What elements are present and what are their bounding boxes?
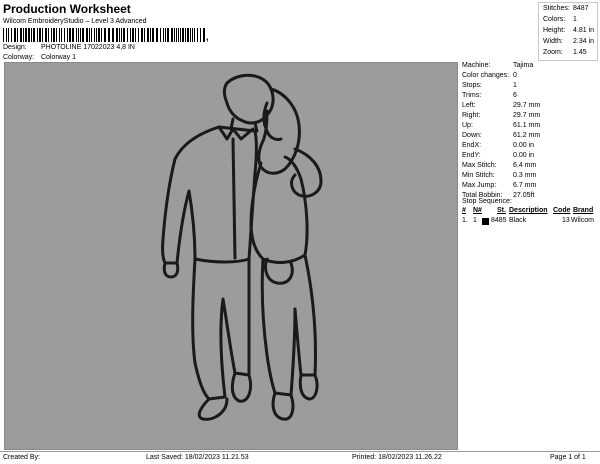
man-placket: [231, 137, 237, 260]
col-num: #: [462, 207, 466, 214]
info-row-machine: Machine: Tajima: [462, 62, 534, 69]
design-label: Design:: [3, 44, 27, 51]
page-title: Production Worksheet: [3, 2, 131, 16]
page-footer: Created By: Last Saved: 18/02/2023 11.21…: [0, 451, 600, 464]
woman-shoe-left: [271, 391, 295, 421]
col-code: Code: [553, 207, 571, 214]
design-row: Design: PHOTOLINE 17022023 4,8 IN: [3, 44, 135, 51]
summary-row: Colors: 1: [543, 16, 577, 23]
info-row-max-stitch: Max Stitch: 6.4 mm: [462, 162, 537, 169]
col-description: Description: [509, 207, 548, 214]
info-row-down: Down: 61.2 mm: [462, 132, 541, 139]
software-subtitle: Wilcom EmbroideryStudio – Level 3 Advanc…: [3, 18, 147, 25]
colorway-row: Colorway: Colorway 1: [3, 54, 76, 61]
info-row-max-jump: Max Jump: 6.7 mm: [462, 182, 537, 189]
colorway-label: Colorway:: [3, 54, 35, 61]
design-value: PHOTOLINE 17022023 4,8 IN: [40, 44, 135, 51]
col-stitches: St.: [497, 207, 506, 214]
summary-row: Height: 4.81 in: [543, 27, 595, 34]
info-row-color-changes: Color changes: 0: [462, 72, 517, 79]
woman-arm: [290, 147, 323, 198]
stop-sequence-title: Stop Sequence:: [462, 198, 512, 205]
summary-row: Stitches: 8487: [543, 5, 589, 12]
info-row-stops: Stops: 1: [462, 82, 517, 89]
barcode-suffix: ,: [206, 32, 209, 42]
color-swatch: [482, 218, 489, 225]
summary-row: Zoom: 1.45: [543, 49, 587, 56]
row-needle: 1: [473, 217, 477, 224]
last-saved: Last Saved: 18/02/2023 11.21.53: [146, 454, 249, 461]
created-by: Created By:: [3, 454, 40, 461]
row-description: Black: [509, 217, 527, 224]
woman-shoe-right: [298, 373, 319, 401]
man-shoe-left: [197, 397, 229, 421]
info-row-left: Left: 29.7 mm: [462, 102, 541, 109]
info-row-trims: Trims: 6: [462, 92, 517, 99]
woman-trousers-outline: [260, 253, 318, 397]
man-shoe-right: [230, 371, 253, 403]
row-stitches: 8485: [491, 217, 507, 224]
col-brand: Brand: [573, 207, 594, 214]
page-number: Page 1 of 1: [550, 454, 586, 461]
row-code: 13: [562, 217, 570, 224]
info-row-min-stitch: Min Stitch: 0.3 mm: [462, 172, 537, 179]
info-row-endy: EndY: 0.00 in: [462, 152, 535, 159]
info-row-endx: EndX: 0.00 in: [462, 142, 535, 149]
man-shirt-outline: [161, 125, 258, 265]
woman-hair-outline: [257, 87, 301, 175]
row-brand: Wilcom: [571, 217, 594, 224]
summary-box: Stitches: 8487 Colors: 1 Height: 4.81 in Wi…: [538, 2, 598, 61]
row-num: 1.: [462, 217, 468, 224]
info-row-up: Up: 61.1 mm: [462, 122, 541, 129]
colorway-value: Colorway 1: [40, 54, 76, 61]
summary-row: Width: 2.34 in: [543, 38, 595, 45]
man-trousers-outline: [191, 257, 251, 401]
design-preview-canvas: [4, 62, 458, 450]
col-needle: N#: [473, 207, 482, 214]
embroidery-design-image: [161, 73, 323, 421]
printed-date: Printed: 18/02/2023 11.26.22: [352, 454, 442, 461]
man-left-hand: [162, 261, 180, 279]
barcode: [3, 28, 205, 42]
info-row-right: Right: 29.7 mm: [462, 112, 541, 119]
